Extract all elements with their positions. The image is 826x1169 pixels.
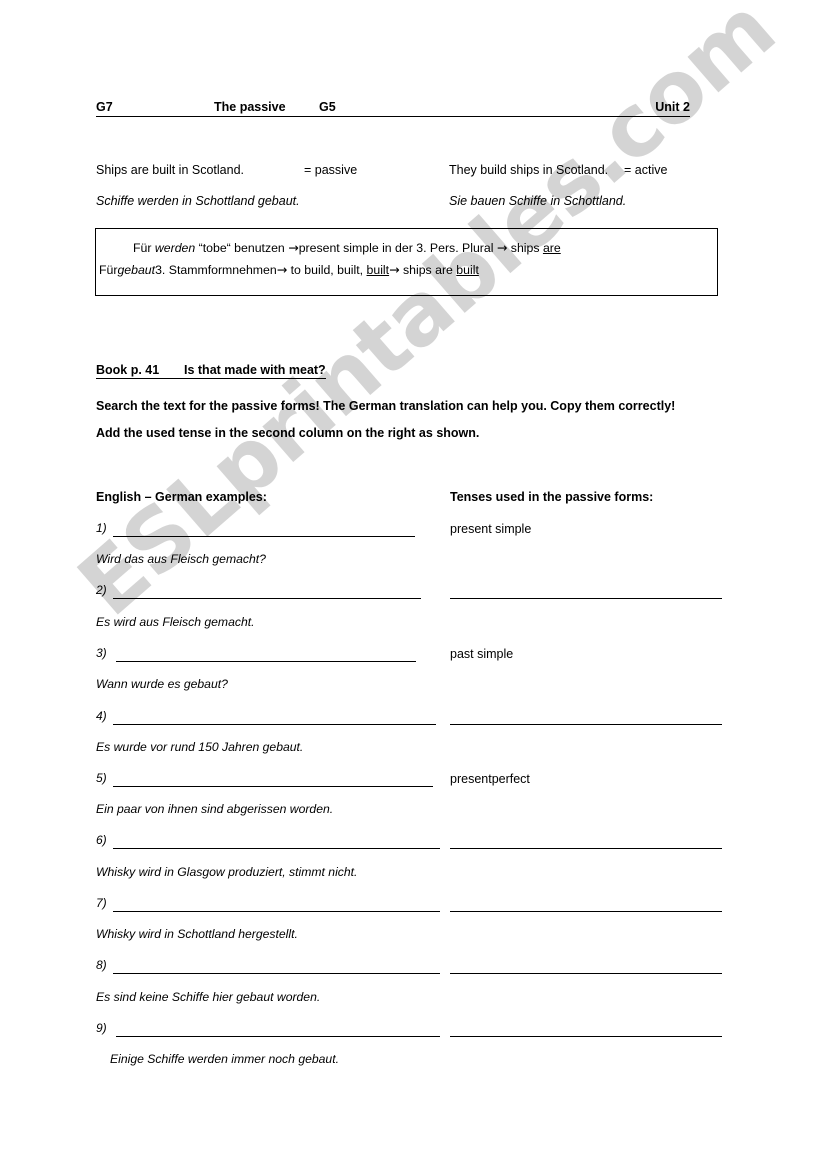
column-header-left: English – German examples: [96,490,267,504]
answer-blank-tense[interactable] [450,598,722,599]
exercise-row: 9) [96,1021,736,1043]
rule-1-italic: werden [154,241,196,255]
example-passive-german: Schiffe werden in Schottland gebaut. [96,194,300,208]
exercise-number: 1) [96,521,107,535]
example-row-german: Schiffe werden in Schottland gebaut. Sie … [96,194,716,208]
german-sentence: Ein paar von ihnen sind abgerissen worde… [96,802,334,816]
tense-label: presentperfect [450,772,530,786]
book-title: Is that made with meat? [184,363,326,377]
example-active-tag: = active [624,163,668,177]
answer-blank-english[interactable] [113,786,433,787]
rule-1-mid: “tobe“ benutzen [195,241,289,255]
header-unit: Unit 2 [655,100,690,114]
exercise-row: 8) [96,958,736,980]
exercise-row: 2) [96,583,736,605]
german-sentence: Es sind keine Schiffe hier gebaut worden… [96,990,321,1004]
instruction-line-2: Add the used tense in the second column … [96,426,480,440]
answer-blank-tense[interactable] [450,1036,722,1037]
answer-blank-tense[interactable] [450,973,722,974]
header-second-code: G5 [319,100,336,114]
rule-2-underline-2: built [456,263,479,277]
example-row-english: Ships are built in Scotland. = passive The… [96,163,716,177]
exercise-row: 7) [96,896,736,918]
answer-blank-english[interactable] [113,911,440,912]
german-sentence: Es wurde vor rund 150 Jahren gebaut. [96,740,304,754]
tense-label: past simple [450,647,514,661]
exercise-number: 7) [96,896,107,910]
exercise-number: 3) [96,646,107,660]
exercise-number: 8) [96,958,107,972]
arrow-icon: → [288,240,299,255]
answer-blank-english[interactable] [113,536,415,537]
exercise-row: 6) [96,833,736,855]
example-active-german: Sie bauen Schiffe in Schottland. [449,194,627,208]
answer-blank-tense[interactable] [450,848,722,849]
rule-2-italic: gebaut [117,263,156,277]
answer-blank-english[interactable] [113,973,440,974]
example-active-english: They build ships in Scotland. [449,163,609,177]
answer-blank-english[interactable] [113,848,440,849]
rule-2-underline-1: built [366,263,390,277]
rule-line-2: Fürgebaut3. Stammformnehmen→ to build, b… [99,262,479,277]
rule-line-1: Für werden “tobe“ benutzen →present simp… [133,240,561,255]
example-passive-tag: = passive [304,163,358,177]
rule-box: Für werden “tobe“ benutzen →present simp… [95,228,718,296]
column-header-right: Tenses used in the passive forms: [450,490,654,504]
exercise-number: 4) [96,709,107,723]
rule-2-pre: Für [99,263,118,277]
german-sentence: Wird das aus Fleisch gemacht? [96,552,266,566]
exercise-number: 6) [96,833,107,847]
book-reference: Book p. 41 [96,363,160,377]
german-sentence: Wann wurde es gebaut? [96,677,228,691]
german-sentence: Es wird aus Fleisch gemacht. [96,615,255,629]
arrow-icon: → [276,262,288,277]
german-sentence: Whisky wird in Glasgow produziert, stimm… [96,865,358,879]
answer-blank-english[interactable] [113,598,421,599]
tense-label: present simple [450,522,532,536]
answer-blank-english[interactable] [116,1036,440,1037]
arrow-icon: → [389,262,400,277]
answer-blank-tense[interactable] [450,911,722,912]
rule-2-end: ships are [399,263,457,277]
instruction-line-1: Search the text for the passive forms! T… [96,399,676,413]
page-header: Unit 2 G7 The passive G5 [96,100,690,117]
german-sentence: Whisky wird in Schottland hergestellt. [96,927,298,941]
exercise-row: 5) presentperfect [96,771,736,793]
rule-1-post: present simple in der 3. Pers. Plural [298,241,497,255]
exercise-row: 1) present simple [96,521,736,543]
rule-1-pre: Für [133,241,155,255]
book-heading: Book p. 41 Is that made with meat? [96,363,326,379]
exercise-row: 3) past simple [96,646,736,668]
german-sentence: Einige Schiffe werden immer noch gebaut. [110,1052,339,1066]
arrow-icon: → [496,240,508,255]
rule-2-mid: 3. Stammformnehmen [155,263,277,277]
exercise-number: 2) [96,583,107,597]
exercise-row: 4) [96,709,736,731]
worksheet-page: ESLprintables.com Unit 2 G7 The passive G5… [0,0,826,1169]
exercise-number: 5) [96,771,107,785]
answer-blank-english[interactable] [113,724,436,725]
answer-blank-tense[interactable] [450,724,722,725]
rule-1-underline: are [542,241,561,255]
page-title: The passive [214,100,286,114]
example-passive-english: Ships are built in Scotland. [96,163,245,177]
rule-2-post: to build, built, [287,263,367,277]
header-left-code: G7 [96,100,113,114]
answer-blank-english[interactable] [116,661,416,662]
exercise-number: 9) [96,1021,107,1035]
rule-1-end: ships [507,241,543,255]
